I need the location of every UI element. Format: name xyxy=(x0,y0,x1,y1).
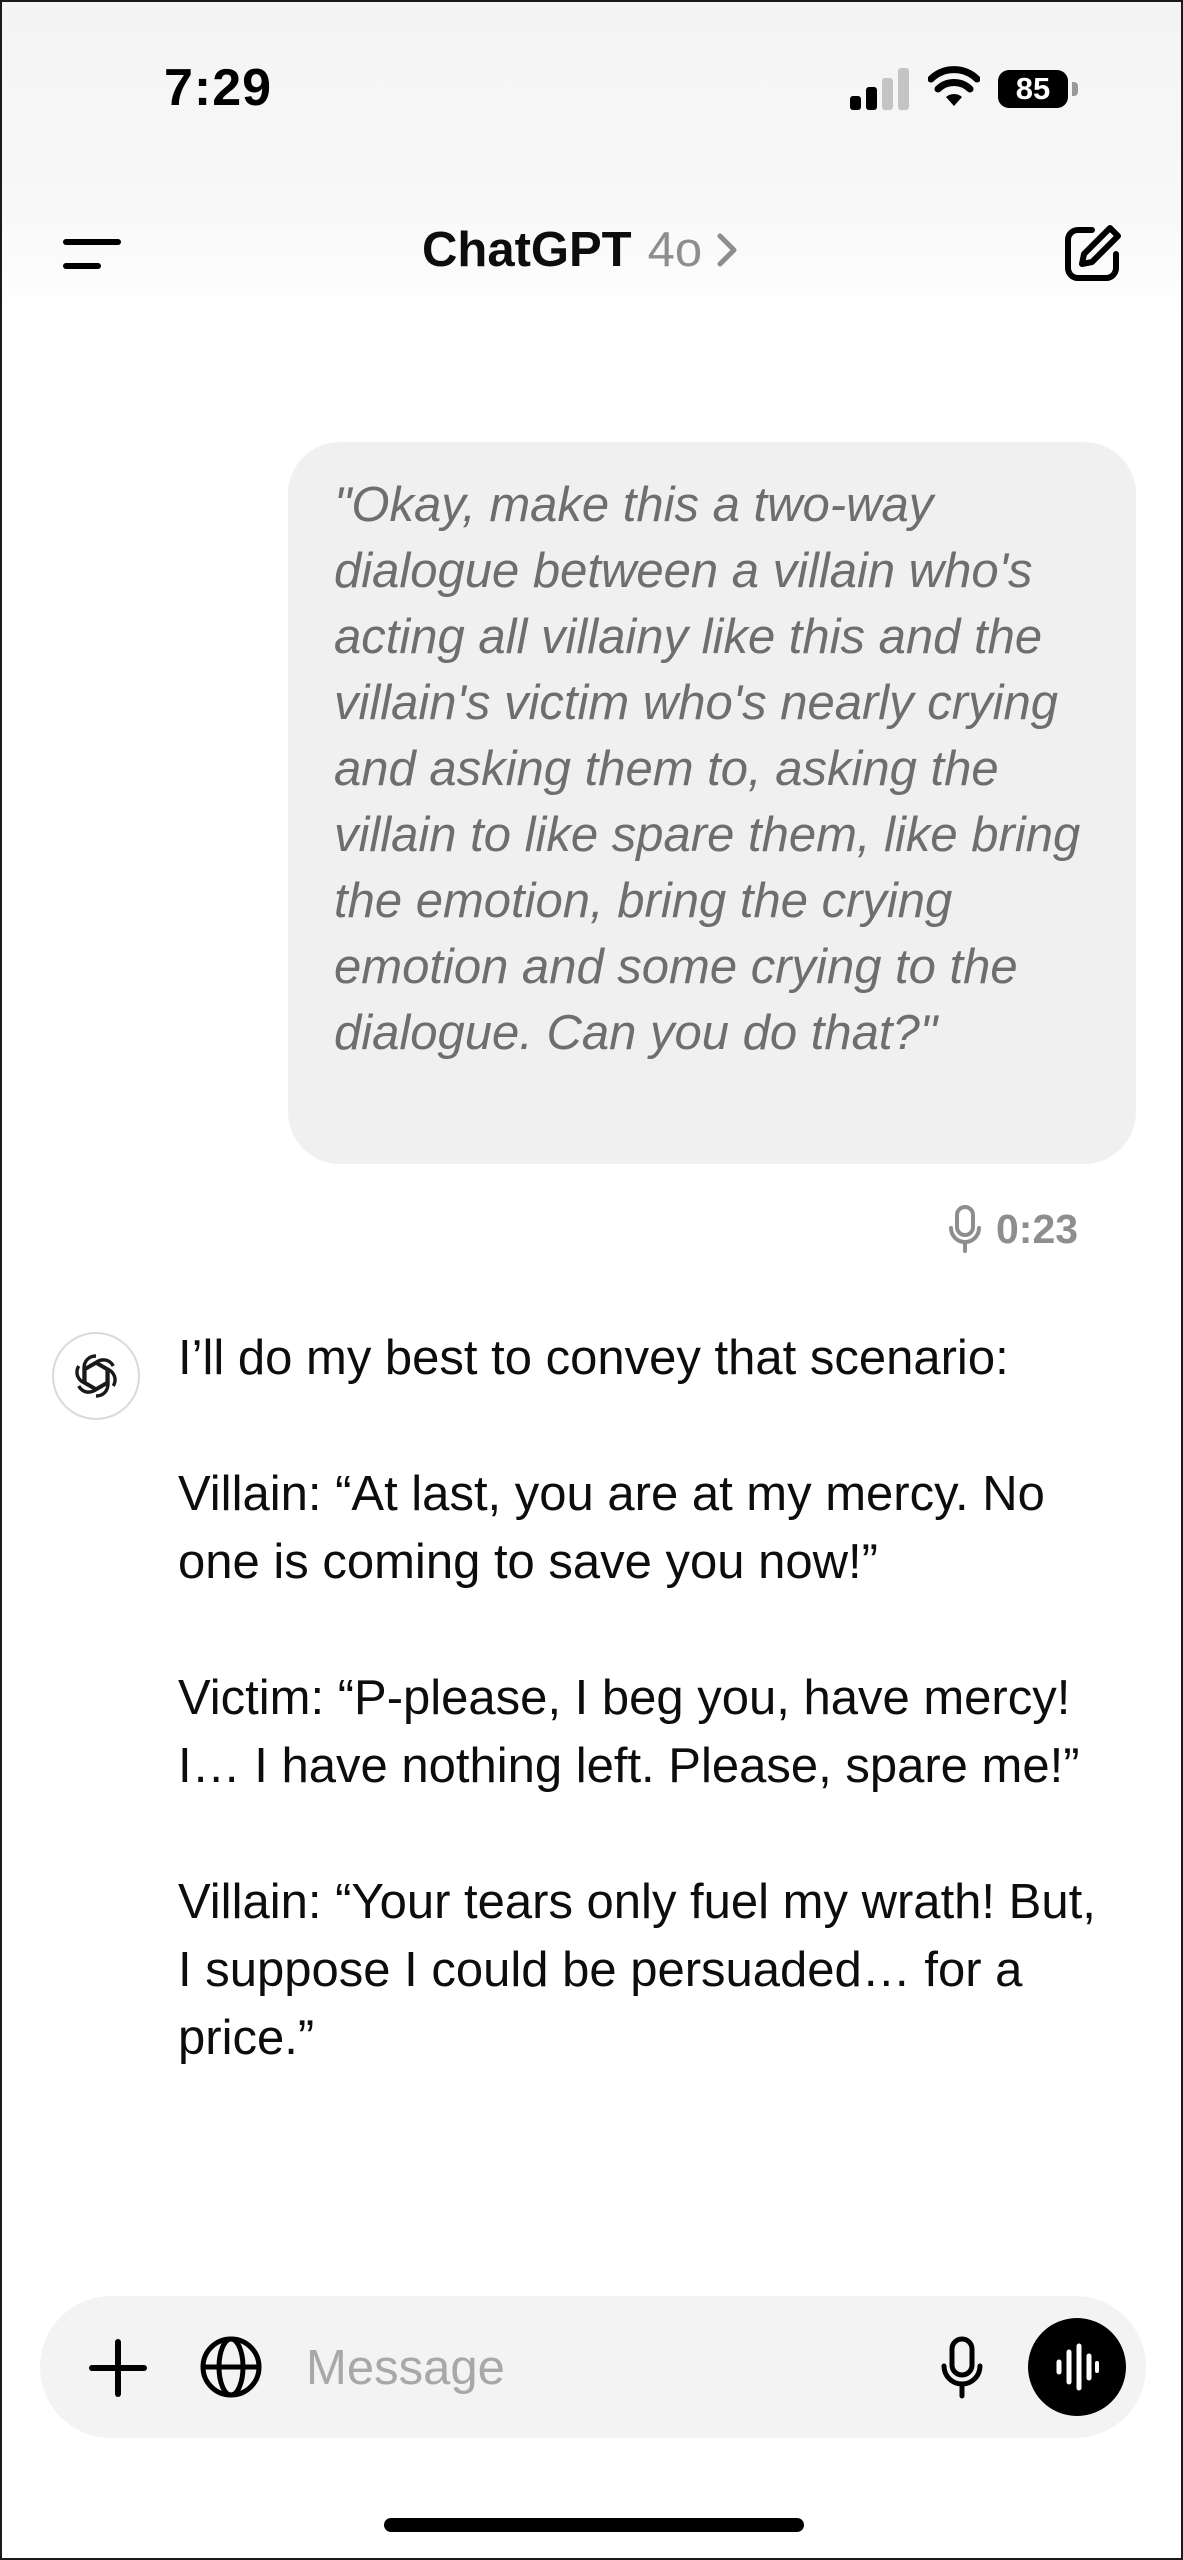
battery-indicator: 85 xyxy=(998,66,1082,112)
openai-logo-icon xyxy=(75,1354,117,1398)
globe-icon[interactable] xyxy=(198,2334,264,2400)
microphone-icon[interactable] xyxy=(940,2336,984,2400)
assistant-avatar xyxy=(52,1332,140,1420)
battery-level: 85 xyxy=(998,70,1068,108)
voice-duration: 0:23 xyxy=(948,1200,1078,1258)
menu-icon[interactable] xyxy=(62,232,122,276)
user-message-bubble: "Okay, make this a two-way dialogue betw… xyxy=(288,442,1136,1164)
assistant-paragraph: Villain: “At last, you are at my mercy. … xyxy=(178,1467,1045,1589)
cellular-signal-icon xyxy=(850,68,909,110)
model-selector-button[interactable]: ChatGPT 4o xyxy=(422,218,738,282)
chevron-right-icon xyxy=(717,233,737,267)
home-indicator xyxy=(384,2518,804,2532)
voice-waveform-icon xyxy=(1056,2343,1099,2391)
assistant-paragraph: Victim: “P-please, I beg you, have mercy… xyxy=(178,1671,1080,1793)
nav-bar: ChatGPT 4o xyxy=(2,192,1181,302)
chat-screen: 7:29 85 ChatGPT 4o "Okay, make this a tw… xyxy=(0,0,1183,2560)
battery-nub xyxy=(1072,82,1078,96)
assistant-message: I’ll do my best to convey that scenario:… xyxy=(178,1324,1098,2140)
microphone-icon xyxy=(949,1205,981,1253)
user-message-text: "Okay, make this a two-way dialogue betw… xyxy=(334,478,1081,1060)
voice-mode-button[interactable] xyxy=(1028,2318,1126,2416)
plus-icon[interactable] xyxy=(88,2338,148,2398)
new-chat-icon[interactable] xyxy=(1062,222,1124,284)
message-input[interactable] xyxy=(304,2332,908,2404)
voice-duration-text: 0:23 xyxy=(996,1205,1079,1252)
status-time: 7:29 xyxy=(164,59,273,117)
model-name: 4o xyxy=(647,223,703,277)
message-composer xyxy=(40,2296,1146,2438)
app-title: ChatGPT xyxy=(422,223,632,277)
status-bar: 7:29 85 xyxy=(2,2,1181,182)
wifi-icon xyxy=(928,66,980,106)
assistant-paragraph: Villain: “Your tears only fuel my wrath!… xyxy=(178,1875,1096,2065)
assistant-paragraph: I’ll do my best to convey that scenario: xyxy=(178,1331,1009,1385)
